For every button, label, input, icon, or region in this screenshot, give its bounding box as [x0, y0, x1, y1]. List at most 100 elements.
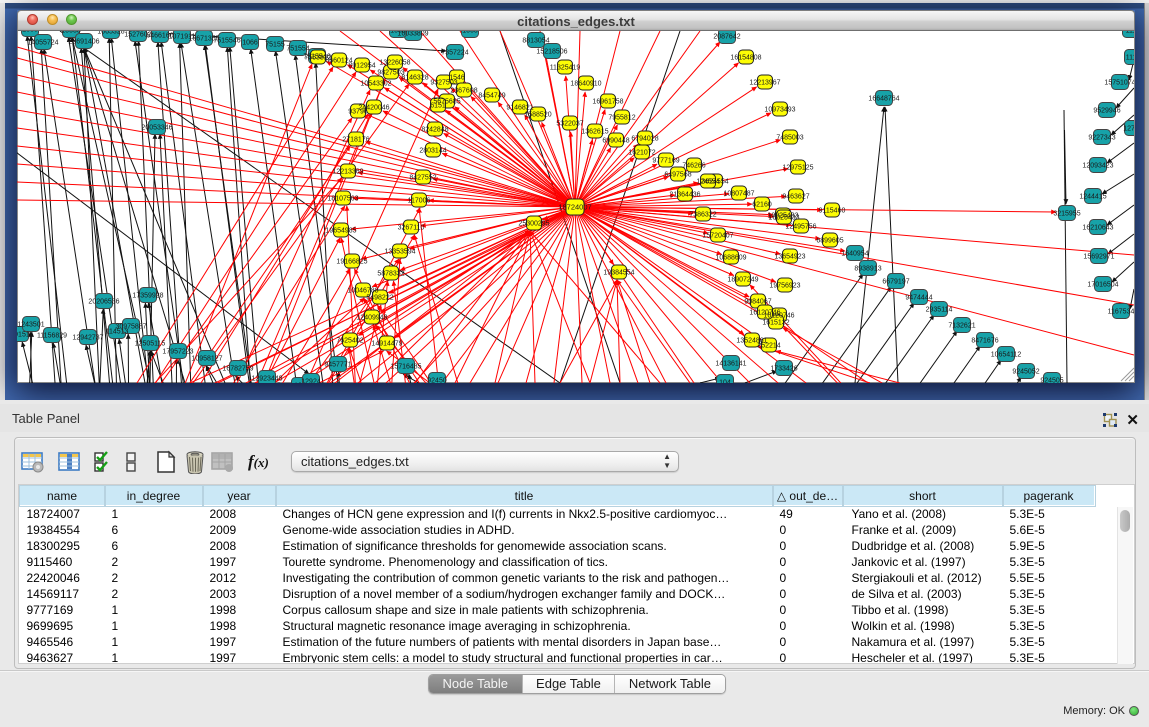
svg-text:751554: 751554 — [286, 46, 309, 53]
svg-text:16782759: 16782759 — [222, 366, 253, 373]
svg-text:14055724: 14055724 — [27, 40, 58, 47]
svg-text:7132621: 7132621 — [948, 323, 975, 330]
svg-text:9463627: 9463627 — [782, 194, 809, 201]
svg-text:1621072: 1621072 — [628, 150, 655, 157]
svg-text:12093423: 12093423 — [1082, 163, 1113, 170]
svg-text:1546: 1546 — [449, 75, 465, 82]
svg-text:1167534: 1167534 — [1108, 309, 1134, 316]
svg-text:9777169: 9777169 — [652, 158, 679, 165]
svg-text:8242848: 8242848 — [421, 127, 448, 134]
svg-text:9115460: 9115460 — [819, 208, 846, 215]
svg-text:92450: 92450 — [427, 378, 447, 384]
svg-text:2718176: 2718176 — [342, 137, 369, 144]
svg-text:9245052: 9245052 — [1012, 369, 1039, 376]
svg-text:8454749: 8454749 — [478, 93, 505, 100]
svg-text:20206536: 20206536 — [88, 299, 119, 306]
svg-text:12942737: 12942737 — [72, 335, 103, 342]
svg-text:18907249: 18907249 — [727, 277, 758, 284]
svg-text:9227343: 9227343 — [1088, 135, 1115, 142]
svg-text:6679197: 6679197 — [882, 279, 909, 286]
svg-text:6151: 6151 — [430, 103, 446, 110]
svg-text:20691406: 20691406 — [68, 39, 99, 46]
svg-text:6794028: 6794028 — [631, 136, 658, 143]
svg-text:12409948: 12409948 — [356, 315, 387, 322]
svg-text:8912954: 8912954 — [348, 63, 375, 70]
svg-text:18107563: 18107563 — [327, 196, 358, 203]
svg-text:10973493: 10973493 — [764, 107, 795, 114]
svg-text:10543302: 10543302 — [360, 81, 391, 88]
svg-text:10046788: 10046788 — [347, 288, 378, 295]
svg-text:2066: 2066 — [22, 31, 38, 34]
svg-text:5498222: 5498222 — [366, 295, 393, 302]
svg-text:12495756: 12495756 — [785, 224, 816, 231]
svg-text:8813054: 8813054 — [522, 38, 549, 45]
svg-text:6899605: 6899605 — [816, 238, 843, 245]
svg-text:15716485: 15716485 — [390, 364, 421, 371]
svg-text:1113: 1113 — [1126, 55, 1134, 62]
svg-text:15720407: 15720407 — [702, 233, 733, 240]
svg-text:9457771: 9457771 — [324, 362, 351, 369]
svg-text:2087642: 2087642 — [713, 34, 740, 41]
svg-text:1615132: 1615132 — [762, 320, 789, 327]
svg-text:10653: 10653 — [61, 31, 81, 35]
svg-text:9529946: 9529946 — [1093, 108, 1120, 115]
svg-text:1588520: 1588520 — [524, 112, 551, 119]
svg-text:39151: 39151 — [17, 332, 30, 339]
svg-text:17957223: 17957223 — [162, 349, 193, 356]
svg-text:15692971: 15692971 — [1083, 254, 1114, 261]
svg-text:93796: 93796 — [348, 109, 368, 116]
svg-text:25300295: 25300295 — [518, 221, 549, 228]
svg-text:13226058: 13226058 — [379, 60, 410, 67]
svg-text:13654923: 13654923 — [774, 254, 805, 261]
svg-text:7386322: 7386322 — [689, 212, 716, 219]
svg-text:10688609: 10688609 — [715, 255, 746, 262]
svg-text:1640954: 1640954 — [841, 251, 868, 258]
svg-text:252214: 252214 — [757, 343, 780, 350]
svg-text:9146821: 9146821 — [506, 105, 533, 112]
svg-text:1065: 1065 — [390, 31, 406, 35]
svg-text:1362615: 1362615 — [581, 129, 608, 136]
svg-text:17359928: 17359928 — [132, 293, 163, 300]
svg-text:1733426: 1733426 — [770, 366, 797, 373]
svg-text:16154808: 16154808 — [730, 55, 761, 62]
svg-text:10807487: 10807487 — [723, 191, 754, 198]
svg-text:16961758: 16961758 — [592, 99, 623, 106]
svg-text:19756923: 19756923 — [769, 283, 800, 290]
svg-text:1065328: 1065328 — [97, 31, 124, 36]
svg-text:746266: 746266 — [682, 163, 705, 170]
svg-text:30975887: 30975887 — [115, 324, 146, 331]
svg-text:3267110: 3267110 — [398, 225, 425, 232]
svg-text:8146328: 8146328 — [401, 75, 428, 82]
svg-text:10958127: 10958127 — [191, 356, 222, 363]
svg-text:2935114: 2935114 — [926, 307, 953, 314]
svg-text:8938913: 8938913 — [854, 266, 881, 273]
svg-text:7955812: 7955812 — [608, 115, 635, 122]
svg-text:12505115: 12505115 — [135, 341, 166, 348]
svg-text:7357224: 7357224 — [441, 50, 468, 57]
svg-text:2367608: 2367608 — [450, 88, 477, 95]
svg-text:117006: 117006 — [408, 198, 431, 205]
svg-text:20053346: 20053346 — [141, 125, 172, 132]
svg-text:7515546: 7515546 — [213, 38, 240, 45]
svg-text:14136141: 14136141 — [715, 361, 746, 368]
svg-text:12924: 12924 — [301, 379, 321, 384]
svg-text:6990448: 6990448 — [602, 138, 629, 145]
svg-text:17016504: 17016504 — [1087, 282, 1118, 289]
svg-text:62160: 62160 — [752, 202, 772, 209]
svg-text:13353594: 13353594 — [384, 249, 415, 256]
svg-text:16120746: 16120746 — [749, 310, 780, 317]
svg-text:14914479: 14914479 — [371, 341, 402, 348]
svg-text:1244415: 1244415 — [1079, 194, 1106, 201]
svg-text:16648764: 16648764 — [868, 96, 899, 103]
svg-text:111: 111 — [1126, 31, 1134, 35]
svg-text:5878332: 5878332 — [377, 271, 404, 278]
svg-text:19384554: 19384554 — [603, 270, 634, 277]
svg-text:15751074: 15751074 — [1104, 80, 1134, 87]
svg-text:3215955: 3215955 — [1053, 211, 1080, 218]
svg-text:10025433: 10025433 — [768, 215, 799, 222]
svg-text:8427552: 8427552 — [409, 175, 436, 182]
svg-text:18724007: 18724007 — [558, 203, 591, 212]
svg-text:19654985: 19654985 — [325, 228, 356, 235]
svg-text:75155: 75155 — [265, 42, 285, 49]
svg-text:11156829: 11156829 — [37, 333, 67, 340]
